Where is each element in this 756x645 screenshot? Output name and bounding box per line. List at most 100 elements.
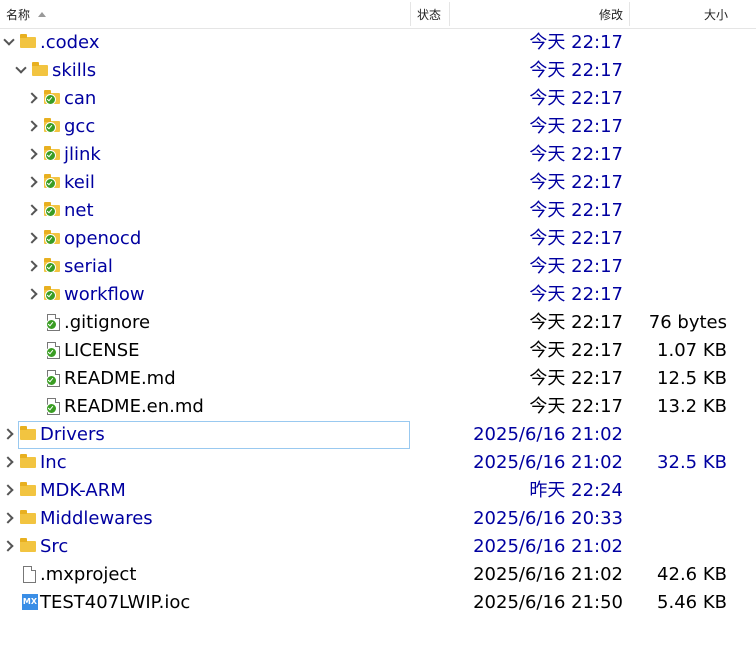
chevron-right-icon[interactable] — [25, 119, 40, 133]
column-name-label: 名称 — [6, 7, 31, 22]
file-name: Inc — [40, 452, 67, 473]
folder-icon — [44, 174, 62, 190]
file-row[interactable]: skills 今天 22:17 — [0, 57, 756, 85]
file-row[interactable]: can 今天 22:17 — [0, 85, 756, 113]
check-badge-icon — [45, 150, 56, 161]
file-name: keil — [64, 172, 95, 193]
column-status-header[interactable]: 状态 — [417, 0, 441, 28]
file-name: README.en.md — [64, 396, 204, 417]
modified-date: 今天 22:17 — [529, 116, 623, 137]
chevron-right-icon[interactable] — [1, 511, 16, 525]
check-badge-icon — [45, 262, 56, 273]
folder-icon — [20, 426, 38, 442]
file-row[interactable]: jlink 今天 22:17 — [0, 141, 756, 169]
folder-icon — [20, 538, 38, 554]
folder-icon — [32, 62, 50, 78]
file-name: .gitignore — [64, 312, 151, 333]
file-row[interactable]: MDK-ARM 昨天 22:24 — [0, 477, 756, 505]
file-row[interactable]: Middlewares 2025/6/16 20:33 — [0, 505, 756, 533]
file-name: jlink — [64, 144, 101, 165]
check-badge-icon — [46, 375, 57, 386]
file-row[interactable]: README.md 今天 22:17 12.5 KB — [0, 365, 756, 393]
sort-ascending-icon — [38, 11, 47, 17]
file-size: 12.5 KB — [657, 368, 727, 389]
folder-icon — [44, 230, 62, 246]
modified-date: 今天 22:17 — [529, 172, 623, 193]
folder-icon — [44, 286, 62, 302]
check-badge-icon — [46, 347, 57, 358]
chevron-down-icon[interactable] — [2, 34, 16, 49]
file-name: README.md — [64, 368, 176, 389]
file-name: can — [64, 88, 97, 109]
column-status-label: 状态 — [417, 7, 442, 22]
chevron-down-icon[interactable] — [14, 62, 28, 77]
check-badge-icon — [46, 403, 57, 414]
column-modified-label: 修改 — [599, 7, 624, 22]
file-size: 13.2 KB — [657, 396, 727, 417]
file-row[interactable]: Src 2025/6/16 21:02 — [0, 533, 756, 561]
chevron-right-icon[interactable] — [25, 91, 40, 105]
file-row[interactable]: openocd 今天 22:17 — [0, 225, 756, 253]
column-modified-header[interactable]: 修改 — [599, 0, 623, 28]
chevron-right-icon[interactable] — [25, 175, 40, 189]
modified-date: 今天 22:17 — [529, 88, 623, 109]
file-size: 5.46 KB — [657, 592, 727, 613]
check-badge-icon — [45, 206, 56, 217]
chevron-right-icon[interactable] — [25, 203, 40, 217]
file-row[interactable]: workflow 今天 22:17 — [0, 281, 756, 309]
modified-date: 今天 22:17 — [529, 60, 623, 81]
file-icon — [44, 342, 62, 359]
chevron-right-icon[interactable] — [1, 427, 16, 441]
folder-icon — [44, 202, 62, 218]
modified-date: 今天 22:17 — [529, 340, 623, 361]
check-badge-icon — [45, 178, 56, 189]
chevron-right-icon[interactable] — [1, 539, 16, 553]
folder-icon — [44, 90, 62, 106]
file-size: 1.07 KB — [657, 340, 727, 361]
file-name: workflow — [64, 284, 145, 305]
file-size: 76 bytes — [648, 312, 727, 333]
file-row[interactable]: .gitignore 今天 22:17 76 bytes — [0, 309, 756, 337]
modified-date: 2025/6/16 21:02 — [473, 452, 623, 473]
file-row[interactable]: gcc 今天 22:17 — [0, 113, 756, 141]
file-row[interactable]: README.en.md 今天 22:17 13.2 KB — [0, 393, 756, 421]
modified-date: 今天 22:17 — [529, 284, 623, 305]
file-name: serial — [64, 256, 113, 277]
file-row[interactable]: LICENSE 今天 22:17 1.07 KB — [0, 337, 756, 365]
modified-date: 今天 22:17 — [529, 32, 623, 53]
file-row[interactable]: Drivers 2025/6/16 21:02 — [0, 421, 756, 449]
chevron-right-icon[interactable] — [25, 231, 40, 245]
chevron-right-icon[interactable] — [25, 147, 40, 161]
file-row[interactable]: .codex 今天 22:17 — [0, 29, 756, 57]
chevron-right-icon[interactable] — [25, 287, 40, 301]
column-name-header[interactable]: 名称 — [6, 0, 47, 28]
file-icon — [44, 398, 62, 415]
file-icon — [20, 566, 38, 583]
file-row[interactable]: net 今天 22:17 — [0, 197, 756, 225]
folder-icon — [44, 258, 62, 274]
file-row[interactable]: .mxproject 2025/6/16 21:02 42.6 KB — [0, 561, 756, 589]
chevron-right-icon[interactable] — [1, 455, 16, 469]
file-icon — [44, 370, 62, 387]
chevron-right-icon[interactable] — [25, 259, 40, 273]
file-name: Drivers — [40, 424, 105, 445]
column-size-header[interactable]: 大小 — [704, 0, 728, 28]
file-row[interactable]: keil 今天 22:17 — [0, 169, 756, 197]
file-name: .codex — [40, 32, 100, 53]
file-name: openocd — [64, 228, 142, 249]
check-badge-icon — [45, 122, 56, 133]
modified-date: 2025/6/16 21:02 — [473, 536, 623, 557]
check-badge-icon — [45, 290, 56, 301]
file-size: 42.6 KB — [657, 564, 727, 585]
file-row[interactable]: MX TEST407LWIP.ioc 2025/6/16 21:50 5.46 KB — [0, 589, 756, 617]
file-name: gcc — [64, 116, 96, 137]
modified-date: 今天 22:17 — [529, 312, 623, 333]
folder-icon — [20, 482, 38, 498]
file-row[interactable]: Inc 2025/6/16 21:02 32.5 KB — [0, 449, 756, 477]
modified-date: 2025/6/16 20:33 — [473, 508, 623, 529]
modified-date: 2025/6/16 21:02 — [473, 564, 623, 585]
file-icon — [44, 314, 62, 331]
chevron-right-icon[interactable] — [1, 483, 16, 497]
modified-date: 今天 22:17 — [529, 228, 623, 249]
file-row[interactable]: serial 今天 22:17 — [0, 253, 756, 281]
